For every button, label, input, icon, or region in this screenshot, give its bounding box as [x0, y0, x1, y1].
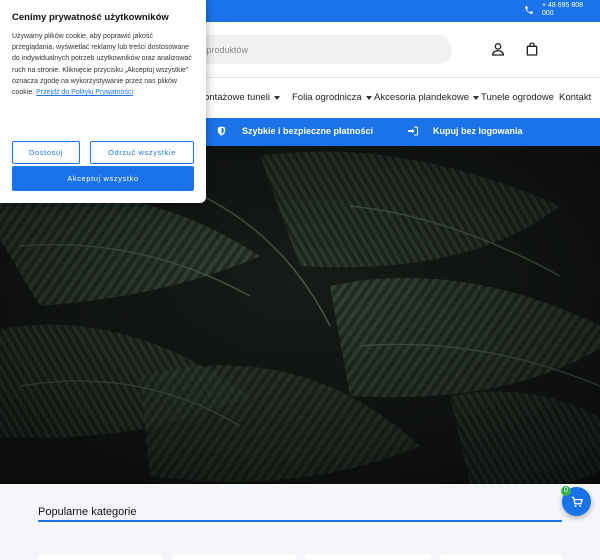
section-underline	[38, 520, 562, 522]
cookie-title: Cenimy prywatność użytkowników	[12, 12, 169, 23]
page: + 48 695 808 000 j produktów ontażowe tu…	[0, 0, 600, 560]
chevron-down-icon	[473, 95, 480, 100]
nav-item-tarp-accessories[interactable]: Akcesoria plandekowe	[374, 92, 480, 103]
feature-secure-payments: Szybkie i bezpieczne płatności	[242, 126, 374, 136]
cookie-body: Używamy plików cookie, aby poprawić jako…	[12, 33, 192, 97]
user-icon[interactable]	[490, 41, 506, 57]
chevron-down-icon	[274, 95, 281, 100]
privacy-policy-link[interactable]: Przejdź do Polityki Prywatności	[36, 89, 133, 96]
cart-count-badge: 0	[561, 486, 571, 496]
nav-item-garden-tunnels[interactable]: Tunele ogrodowe	[481, 92, 554, 103]
accept-all-button[interactable]: Akceptuj wszystko	[12, 166, 194, 191]
cookie-button-row: Dostosuj Odrzuć wszystkie	[12, 141, 194, 164]
category-card[interactable]	[172, 554, 296, 560]
nav-item-label: Kontakt	[559, 92, 592, 103]
phone-icon	[525, 6, 533, 14]
chevron-down-icon	[365, 95, 372, 100]
cookie-consent-dialog: Cenimy prywatność użytkowników Używamy p…	[0, 0, 206, 203]
search-input[interactable]: j produktów	[180, 35, 452, 64]
cart-icon	[571, 496, 583, 507]
customize-button[interactable]: Dostosuj	[12, 141, 80, 164]
nav-item-label: Tunele ogrodowe	[481, 92, 555, 103]
nav-item-garden-foil[interactable]: Folia ogrodnicza	[292, 92, 372, 103]
popular-categories-section: Popularne kategorie	[0, 484, 600, 560]
search-placeholder: j produktów	[202, 44, 249, 55]
reject-all-button[interactable]: Odrzuć wszystkie	[90, 141, 194, 164]
nav-item-contact[interactable]: Kontakt	[559, 92, 591, 103]
section-title: Popularne kategorie	[38, 506, 137, 518]
shield-icon	[217, 126, 226, 136]
category-card[interactable]	[38, 554, 162, 560]
login-icon	[408, 126, 418, 136]
category-card[interactable]	[440, 554, 562, 560]
feature-guest-checkout: Kupuj bez logowania	[433, 126, 523, 136]
cookie-text: Używamy plików cookie, aby poprawić jako…	[12, 31, 194, 98]
nav-item-label: Folia ogrodnicza	[292, 92, 362, 103]
phone-number: + 48 695 808 000	[542, 2, 584, 17]
nav-item-label: ontażowe tuneli	[204, 92, 271, 103]
nav-item-label: Akcesoria plandekowe	[374, 92, 470, 103]
nav-item-tunnel-accessories[interactable]: ontażowe tuneli	[204, 92, 281, 103]
phone-contact[interactable]: + 48 695 808 000	[524, 2, 588, 18]
category-card[interactable]	[306, 554, 430, 560]
shopping-bag-icon[interactable]	[524, 41, 540, 57]
